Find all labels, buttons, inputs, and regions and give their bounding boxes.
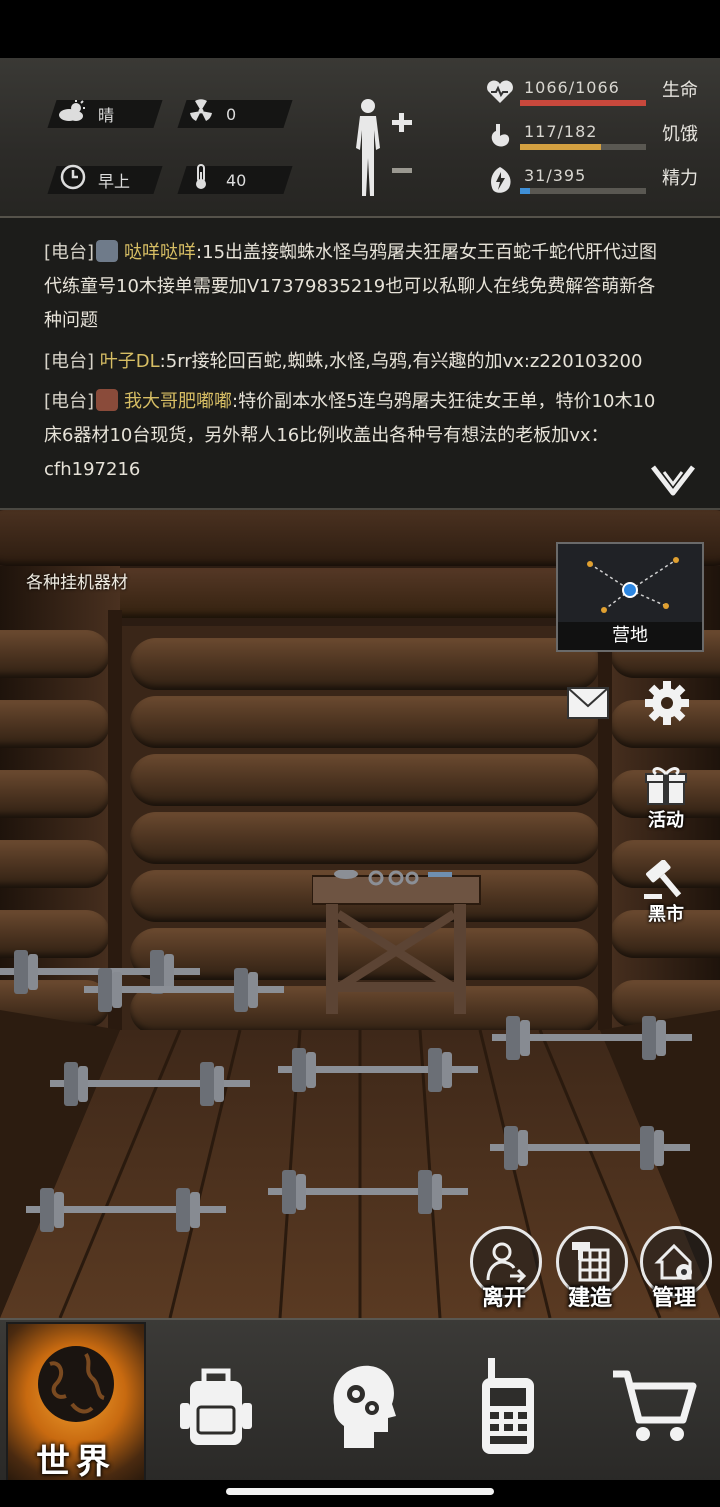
- radiation-value: 0: [226, 104, 237, 124]
- manage-icon: [654, 1243, 692, 1280]
- backpack-icon: [180, 1368, 252, 1445]
- temperature-chip: 40: [186, 164, 247, 196]
- auction-hammer-icon: [644, 860, 682, 899]
- gear-icon: [645, 681, 689, 725]
- skills-head-icon: [333, 1365, 396, 1448]
- barbells-group: [0, 950, 692, 1232]
- energy-icon: [486, 166, 514, 194]
- bottom-nav: 世界: [0, 1318, 720, 1482]
- barbell: [268, 1170, 468, 1214]
- health-text: 1066/1066: [524, 78, 620, 97]
- barbell: [278, 1048, 478, 1092]
- nav-backpack[interactable]: [148, 1334, 284, 1478]
- map-label: 营地: [558, 622, 702, 650]
- health-label: 生命: [662, 80, 698, 101]
- hunger-label: 饥饿: [662, 124, 698, 145]
- hunger-text: 117/182: [524, 122, 598, 141]
- side-log: [0, 630, 110, 678]
- build-label: 建造: [567, 1286, 612, 1311]
- thermometer-icon: [186, 164, 216, 196]
- temperature-value: 40: [226, 170, 247, 190]
- side-log: [0, 700, 110, 748]
- shop-cart-icon: [613, 1370, 697, 1441]
- chat-text: :5rr接轮回百蛇,蜘蛛,水怪,乌鸦,有兴趣的加vx:z220103200: [159, 351, 643, 372]
- radiation-icon: [186, 99, 216, 129]
- chat-tag: [电台]: [44, 242, 95, 263]
- black-market-label: 黑市: [648, 904, 684, 925]
- radio-chat-panel[interactable]: [电台] 哒咩哒咩:15出盖接蜘蛛水怪乌鸦屠夫狂屠女王百蛇千蛇代肝代过图代练童号1…: [0, 218, 720, 510]
- chat-sender[interactable]: 我大哥肥嘟嘟: [124, 391, 232, 412]
- mail-icon: [567, 687, 609, 719]
- barbell: [26, 1188, 226, 1232]
- gift-icon: [645, 767, 687, 805]
- status-bar: [0, 0, 720, 58]
- energy-text: 31/395: [524, 166, 587, 185]
- stomach-icon: [486, 122, 514, 150]
- energy-bar-fill: [520, 188, 530, 194]
- cabin-scene: 各种挂机器材 营地 活动 黑市 离开 建造 管理: [0, 510, 720, 1318]
- chat-sender[interactable]: 哒咩哒咩: [124, 242, 196, 263]
- barbell: [490, 1126, 690, 1170]
- build-icon: [572, 1242, 610, 1282]
- nav-world[interactable]: 世界: [6, 1322, 146, 1482]
- health-bar: [520, 100, 646, 106]
- minimap-button[interactable]: 营地: [556, 542, 704, 652]
- leave-icon: [486, 1242, 527, 1284]
- weather-label: 晴: [98, 106, 115, 125]
- time-label: 早上: [98, 172, 131, 191]
- wall-log: [130, 754, 600, 806]
- energy-bar: [520, 188, 646, 194]
- avatar: [96, 240, 119, 262]
- location-caption: 各种挂机器材: [26, 573, 128, 593]
- energy-label: 精力: [662, 168, 698, 189]
- chat-message: [电台] 我大哥肥嘟嘟:特价副本水怪5连乌鸦屠夫狂徒女王单，特价10木10床6器材…: [44, 385, 672, 487]
- character-body-button[interactable]: [346, 96, 420, 200]
- hud-panel: 晴 0 早上 40 1066/1066 生命 117/182 饥饿 31/395…: [0, 58, 720, 218]
- nav-skills[interactable]: [294, 1334, 430, 1478]
- wall-log: [130, 638, 600, 690]
- manage-label: 管理: [651, 1286, 696, 1311]
- time-chip: 早上: [58, 164, 131, 196]
- radiation-chip: 0: [186, 99, 237, 129]
- radio-icon: [482, 1358, 534, 1454]
- avatar: [96, 389, 119, 411]
- wall-log: [130, 812, 600, 864]
- chat-message: [电台] 叶子DL:5rr接轮回百蛇,蜘蛛,水怪,乌鸦,有兴趣的加vx:z220…: [44, 345, 672, 379]
- chevron-down-icon: [651, 465, 695, 496]
- barbell: [50, 1062, 250, 1106]
- globe-icon: [38, 1346, 114, 1422]
- cloud-sun-icon: [58, 100, 88, 128]
- barbell: [492, 1016, 692, 1060]
- nav-radio[interactable]: [440, 1334, 576, 1478]
- leave-label: 离开: [481, 1286, 526, 1311]
- chat-sender[interactable]: 叶子DL: [100, 351, 160, 372]
- side-log: [0, 770, 110, 818]
- wall-log: [130, 696, 600, 748]
- weather-chip: 晴: [58, 100, 114, 128]
- settings-button[interactable]: [644, 680, 690, 726]
- world-label: 世界: [36, 1442, 116, 1482]
- hunger-bar-fill: [520, 144, 602, 150]
- clock-icon: [58, 164, 88, 196]
- chat-tag: [电台]: [44, 351, 95, 372]
- chat-message: [电台] 哒咩哒咩:15出盖接蜘蛛水怪乌鸦屠夫狂屠女王百蛇千蛇代肝代过图代练童号1…: [44, 236, 672, 338]
- chat-tag: [电台]: [44, 391, 95, 412]
- event-button[interactable]: 活动: [644, 766, 688, 832]
- event-label: 活动: [648, 810, 684, 831]
- nav-shop[interactable]: [586, 1334, 720, 1478]
- heart-icon: [486, 78, 514, 106]
- home-indicator[interactable]: [226, 1488, 494, 1495]
- mail-button[interactable]: [566, 686, 610, 720]
- human-figure-icon: [356, 99, 412, 196]
- hunger-bar: [520, 144, 646, 150]
- side-log: [0, 840, 110, 888]
- map-icon: [587, 557, 679, 613]
- black-market-button[interactable]: 黑市: [644, 860, 688, 926]
- expand-chat-button[interactable]: [650, 462, 696, 498]
- health-bar-fill: [520, 100, 646, 106]
